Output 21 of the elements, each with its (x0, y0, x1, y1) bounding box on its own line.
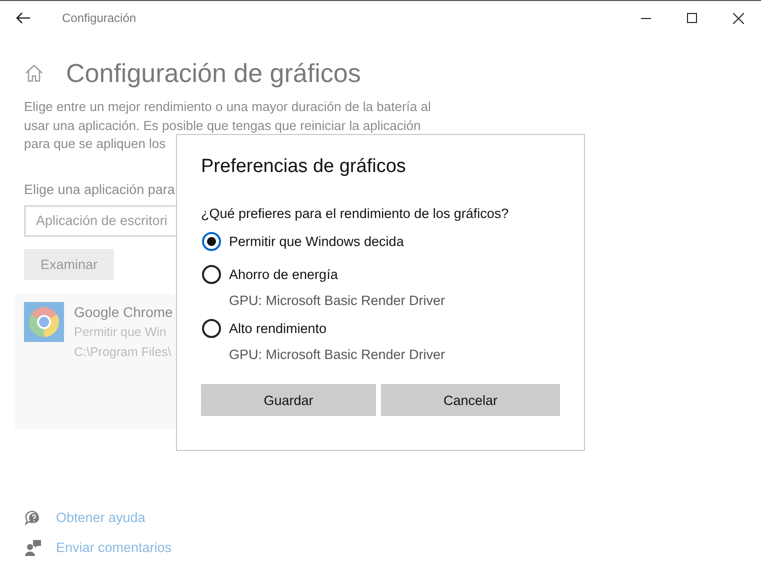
page-title: Configuración de gráficos (66, 57, 361, 89)
browser-icon (24, 302, 64, 342)
radio-option[interactable]: Ahorro de energía (201, 262, 338, 287)
cancel-button[interactable]: Cancelar (381, 384, 560, 416)
gpu-text: GPU: Microsoft Basic Render Driver (229, 347, 446, 362)
feedback-icon (24, 538, 41, 556)
chooser-label: Elige una aplicación para (24, 182, 176, 196)
save-button[interactable]: Guardar (201, 384, 376, 416)
app-path: C:\Program Files\ (74, 344, 172, 361)
maximize-icon (687, 13, 697, 23)
description-text: Elige entre un mejor rendimiento o una mayor duración de la batería al usar una aplicación. Es posible que tengas que reiniciar la aplicación para que se apliquen los (24, 98, 432, 153)
back-arrow-icon (15, 12, 31, 24)
close-icon (732, 12, 744, 24)
home-icon[interactable] (25, 64, 43, 82)
gpu-text: GPU: Microsoft Basic Render Driver (229, 293, 446, 308)
app-name: Google Chrome (74, 302, 173, 322)
dialog-title: Preferencias de gráficos (201, 156, 407, 178)
help-chat-icon (24, 508, 41, 526)
radio-option[interactable]: Alto rendimiento (201, 316, 327, 341)
window-title: Configuración (62, 11, 136, 25)
app-preference: Permitir que Win (74, 324, 168, 341)
